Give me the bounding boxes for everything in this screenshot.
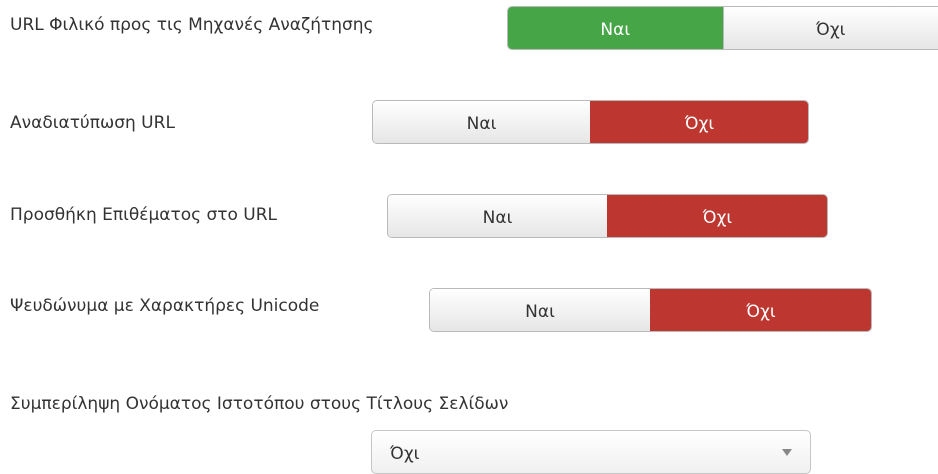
url-suffix-no-button[interactable]: Όχι: [607, 195, 827, 237]
url-rewriting-label: Αναδιατύπωση URL: [10, 113, 175, 133]
site-name-in-titles-label: Συμπερίληψη Ονόματος Ιστοτόπου στους Τίτ…: [10, 394, 509, 414]
chevron-down-icon: [782, 449, 792, 456]
url-suffix-label: Προσθήκη Επιθέματος στο URL: [10, 205, 278, 225]
url-suffix-toggle: Ναι Όχι: [387, 194, 828, 238]
site-name-in-titles-select[interactable]: Όχι: [371, 430, 811, 474]
unicode-aliases-toggle: Ναι Όχι: [429, 288, 872, 332]
site-name-in-titles-value: Όχι: [390, 444, 420, 464]
sef-urls-label: URL Φιλικό προς τις Μηχανές Αναζήτησης: [10, 15, 374, 35]
unicode-aliases-label: Ψευδώνυμα με Χαρακτήρες Unicode: [10, 296, 320, 316]
url-rewriting-toggle: Ναι Όχι: [372, 100, 809, 144]
unicode-aliases-no-button[interactable]: Όχι: [650, 289, 871, 331]
seo-settings-panel: URL Φιλικό προς τις Μηχανές Αναζήτησης Ν…: [0, 0, 938, 474]
url-suffix-yes-button[interactable]: Ναι: [388, 195, 607, 237]
url-rewriting-no-button[interactable]: Όχι: [590, 101, 808, 143]
url-rewriting-yes-button[interactable]: Ναι: [373, 101, 590, 143]
sef-urls-yes-button[interactable]: Ναι: [508, 7, 723, 49]
sef-urls-no-button[interactable]: Όχι: [722, 7, 938, 49]
unicode-aliases-yes-button[interactable]: Ναι: [430, 289, 650, 331]
sef-urls-toggle: Ναι Όχι: [507, 6, 938, 50]
